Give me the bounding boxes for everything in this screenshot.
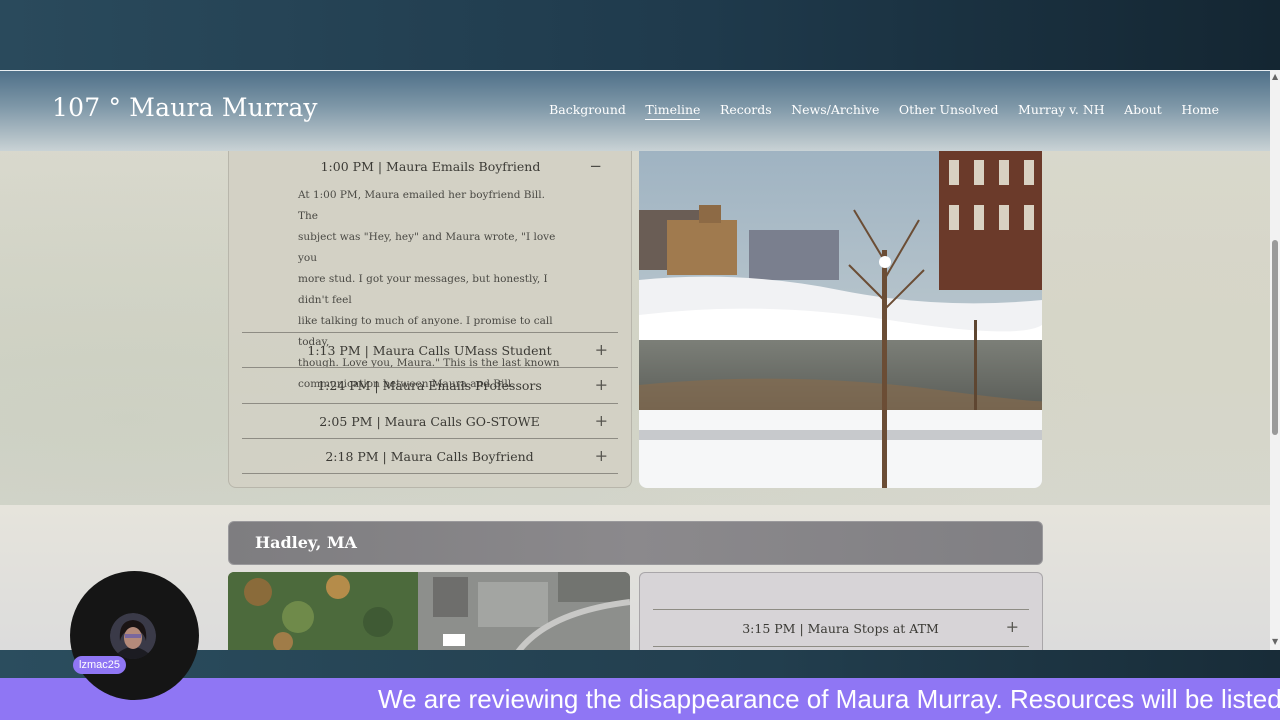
- body-line: more stud. I got your messages, but hone…: [298, 273, 548, 306]
- ticker-text: We are reviewing the disappearance of Ma…: [378, 684, 1280, 714]
- accordion-item[interactable]: 1:24 PM | Maura Emails Professors +: [242, 367, 618, 403]
- accordion-item[interactable]: 2:18 PM | Maura Calls Boyfriend +: [242, 438, 618, 474]
- accordion-item-title: 1:24 PM | Maura Emails Professors: [317, 378, 542, 393]
- accordion-item-open[interactable]: 1:00 PM | Maura Emails Boyfriend −: [243, 157, 618, 177]
- expand-icon[interactable]: +: [595, 411, 608, 430]
- accordion-item-title: 1:13 PM | Maura Calls UMass Student: [307, 343, 552, 358]
- page-scrollbar[interactable]: ▲ ▼: [1270, 70, 1280, 650]
- site-header: 107 ° Maura Murray Background Timeline R…: [0, 70, 1270, 151]
- scroll-down-icon[interactable]: ▼: [1272, 637, 1278, 646]
- accordion-item-title: 2:18 PM | Maura Calls Boyfriend: [325, 449, 534, 464]
- accordion-item[interactable]: 1:13 PM | Maura Calls UMass Student +: [242, 332, 618, 368]
- stream-top-band: [0, 0, 1280, 70]
- avatar: [110, 613, 156, 659]
- aerial-photo: [228, 572, 630, 650]
- nav-background[interactable]: Background: [549, 102, 626, 120]
- scroll-thumb[interactable]: [1272, 240, 1278, 435]
- collapse-icon[interactable]: −: [589, 157, 602, 175]
- scroll-up-icon[interactable]: ▲: [1272, 72, 1278, 81]
- expand-icon[interactable]: +: [1006, 617, 1019, 636]
- accordion-item-title: 2:05 PM | Maura Calls GO-STOWE: [319, 414, 540, 429]
- accordion-item[interactable]: 3:15 PM | Maura Stops at ATM +: [653, 609, 1029, 647]
- aerial-map-image: [228, 572, 630, 650]
- expand-icon[interactable]: +: [595, 340, 608, 359]
- avatar-image: [110, 613, 156, 659]
- nav-timeline[interactable]: Timeline: [645, 102, 701, 120]
- winter-river-painting: [639, 150, 1042, 488]
- expand-icon[interactable]: +: [595, 446, 608, 465]
- painting-image: [639, 150, 1042, 488]
- body-line: subject was "Hey, hey" and Maura wrote, …: [298, 231, 556, 264]
- accordion-item[interactable]: 2:05 PM | Maura Calls GO-STOWE +: [242, 403, 618, 439]
- nav-records[interactable]: Records: [720, 102, 772, 120]
- nav-murray-v-nh[interactable]: Murray v. NH: [1018, 102, 1105, 120]
- timeline-accordion: 1:00 PM | Maura Emails Boyfriend − At 1:…: [228, 150, 632, 488]
- nav-about[interactable]: About: [1124, 102, 1162, 120]
- nav-other-unsolved[interactable]: Other Unsolved: [899, 102, 999, 120]
- streamer-username: lzmac25: [73, 656, 126, 674]
- section-header-hadley: Hadley, MA: [228, 521, 1043, 565]
- site-brand[interactable]: 107 ° Maura Murray: [52, 93, 318, 122]
- website-viewport: 1:00 PM | Maura Emails Boyfriend − At 1:…: [0, 70, 1270, 650]
- nav-news-archive[interactable]: News/Archive: [791, 102, 879, 120]
- stream-ticker: We are reviewing the disappearance of Ma…: [0, 678, 1280, 720]
- site-nav: Background Timeline Records News/Archive…: [530, 102, 1219, 120]
- accordion-item-title: 3:15 PM | Maura Stops at ATM: [742, 621, 939, 636]
- section-title: Hadley, MA: [255, 533, 357, 552]
- expand-icon[interactable]: +: [595, 375, 608, 394]
- hadley-accordion: 3:15 PM | Maura Stops at ATM +: [639, 572, 1043, 650]
- nav-home[interactable]: Home: [1181, 102, 1219, 120]
- body-line: At 1:00 PM, Maura emailed her boyfriend …: [298, 189, 545, 222]
- accordion-item-title: 1:00 PM | Maura Emails Boyfriend: [320, 159, 541, 174]
- accordion-divider: [242, 473, 618, 474]
